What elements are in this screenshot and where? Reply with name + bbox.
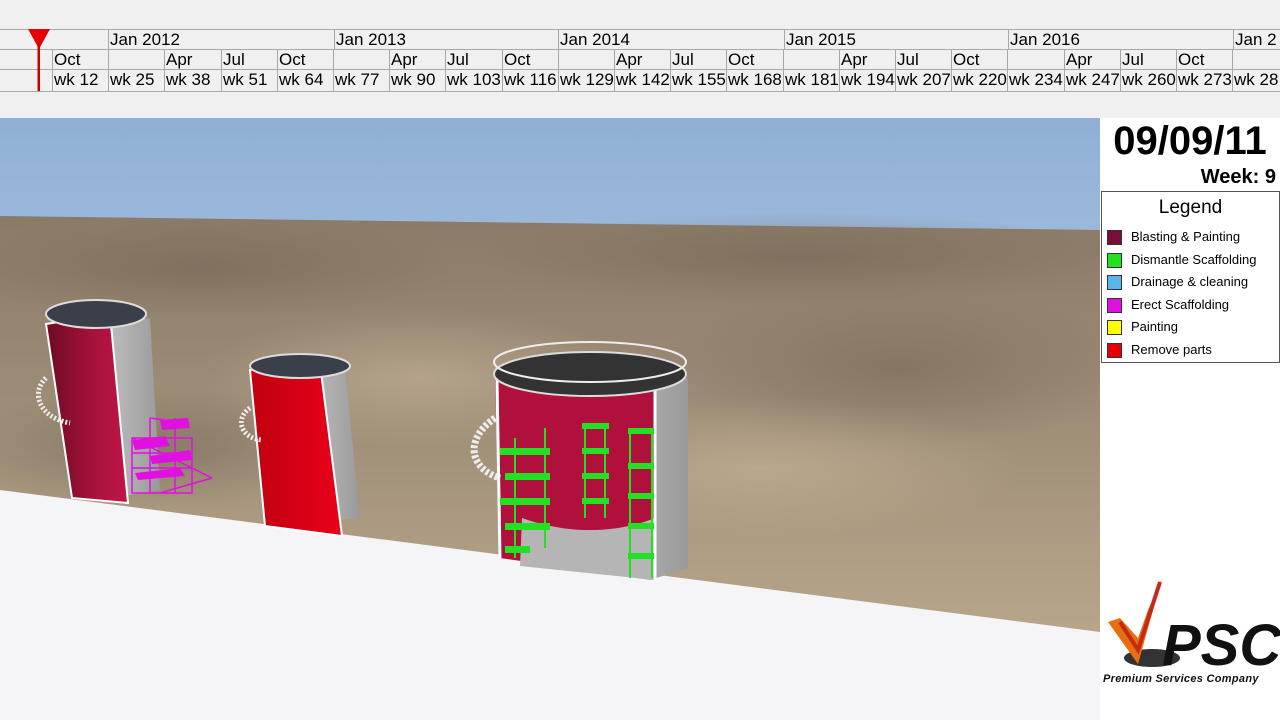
timeline-years-row: Jan 2012 Jan 2013 Jan 2014 Jan 2015 Jan 2016… [0, 29, 1280, 50]
timeline-week-label: wk 234 [1007, 70, 1063, 91]
timeline-months-row: Oct Apr Jul Oct Apr Jul Oct Apr Jul Oct Apr Jul Oct A… [0, 49, 1280, 70]
timeline-week-label: wk 38 [164, 70, 220, 91]
3d-tank-farm-viewport[interactable] [0, 118, 1100, 642]
legend-title: Legend [1158, 197, 1223, 218]
timeline-week-label: wk 90 [389, 70, 445, 91]
legend-label: Remove parts [1131, 341, 1212, 357]
timeline-week-label: wk 247 [1064, 70, 1120, 91]
timeline-week-label: wk 207 [895, 70, 951, 91]
timeline-week-label: wk 129 [558, 70, 614, 91]
legend: Legend Blasting & Painting Dismantle Scaf… [1101, 191, 1280, 363]
timeline-month-label [558, 50, 614, 70]
timeline-month-label: Jul [1120, 50, 1176, 70]
legend-item: Painting [1107, 318, 1277, 338]
legend-swatch [1107, 230, 1122, 245]
timeline-month-label: Apr [839, 50, 895, 70]
timeline-week-label: wk 12 [52, 70, 108, 91]
timeline-month-label: Apr [164, 50, 220, 70]
timeline-week-label: wk 116 [502, 70, 557, 91]
timeline-week-label: wk 142 [614, 70, 670, 91]
timeline-year-label: Jan 2013 [334, 30, 558, 50]
timeline-month-label: Oct [52, 50, 108, 70]
timeline-week-label: wk 103 [445, 70, 501, 91]
timeline-week-label: wk 28 [1232, 70, 1280, 91]
legend-swatch [1107, 275, 1122, 290]
timeline-month-label [1007, 50, 1063, 70]
legend-item: Blasting & Painting [1107, 228, 1277, 248]
legend-label: Dismantle Scaffolding [1131, 251, 1257, 267]
timeline-year-label: Jan 2015 [784, 30, 1008, 50]
timeline-week-label: wk 25 [108, 70, 164, 91]
legend-label: Erect Scaffolding [1131, 296, 1230, 312]
timeline-month-label [333, 50, 389, 70]
timeline-month-label [1232, 50, 1280, 70]
timeline-year-label: Jan 2016 [1008, 30, 1233, 50]
logo-tagline: Premium Services Company [1103, 673, 1259, 685]
legend-label: Blasting & Painting [1131, 229, 1241, 244]
svg-text:PSC: PSC [1162, 613, 1280, 678]
current-week: Week: 9 [1200, 166, 1276, 188]
timeline-year-label: Jan 2 [1233, 30, 1280, 50]
timeline-week-label: wk 77 [333, 70, 389, 91]
timeline-month-label [108, 50, 164, 70]
timeline-week-label: wk 155 [670, 70, 726, 91]
legend-swatch [1107, 342, 1122, 358]
timeline-month-label: Apr [1064, 50, 1120, 70]
legend-item: Drainage & cleaning [1107, 273, 1277, 293]
timeline-month-label: Apr [389, 50, 445, 70]
timeline-month-label: Oct [277, 50, 333, 70]
legend-swatch [1107, 252, 1122, 268]
timeline-week-label: wk 51 [221, 70, 277, 91]
timeline-week-label: wk 260 [1120, 70, 1176, 91]
timeline-month-label: Jul [895, 50, 951, 70]
timeline-week-label: wk 194 [839, 70, 895, 91]
legend-label: Drainage & cleaning [1131, 274, 1249, 289]
timeline-week-label: wk 168 [726, 70, 782, 91]
timeline-week-label: wk 220 [951, 70, 1007, 91]
foreground-ground [0, 642, 1100, 720]
legend-label: Painting [1131, 319, 1178, 334]
timeline-month-label: Oct [951, 50, 1007, 70]
timeline-month-label: Oct [1176, 50, 1232, 70]
current-date: 09/09/11 [1113, 119, 1267, 163]
legend-swatch [1107, 297, 1122, 313]
timeline-month-label: Jul [221, 50, 277, 70]
legend-swatch [1107, 320, 1122, 335]
timeline-month-label: Oct [502, 50, 558, 70]
timeline-year-label: Jan 2012 [108, 30, 334, 50]
timeline-month-label [783, 50, 839, 70]
current-time-marker-icon[interactable] [28, 29, 50, 91]
legend-item: Dismantle Scaffolding [1107, 251, 1277, 271]
timeline-week-label: wk 273 [1176, 70, 1232, 91]
timeline-month-label: Jul [670, 50, 726, 70]
psc-logo-icon: PSC [1108, 578, 1280, 678]
timeline-week-label: wk 181 [783, 70, 839, 91]
timeline-weeks-row: wk 12 wk 25 wk 38 wk 51 wk 64 wk 77 wk 90 wk 10… [0, 69, 1280, 92]
legend-item: Remove parts [1107, 341, 1277, 361]
timeline-month-label: Oct [726, 50, 782, 70]
timeline-year-label: Jan 2014 [558, 30, 784, 50]
timeline-month-label: Jul [445, 50, 501, 70]
tank-3[interactable] [470, 341, 688, 580]
timeline-gantt-header[interactable]: Jan 2012 Jan 2013 Jan 2014 Jan 2015 Jan 2016… [0, 0, 1280, 92]
timeline-month-label: Apr [614, 50, 670, 70]
timeline-week-label: wk 64 [277, 70, 333, 91]
legend-item: Erect Scaffolding [1107, 296, 1277, 316]
